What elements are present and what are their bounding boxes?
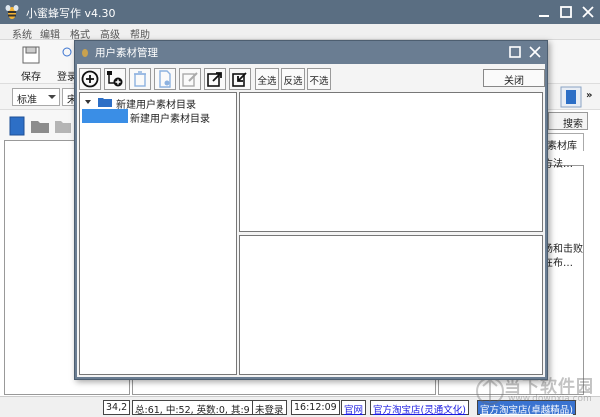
menu-advanced[interactable]: 高级 xyxy=(100,26,120,41)
word-count: 总:61, 中:52, 英数:0, 其:9 xyxy=(132,400,253,416)
add-folder-button[interactable] xyxy=(104,68,126,90)
menu-edit[interactable]: 编辑 xyxy=(40,26,60,41)
import-doc-button[interactable] xyxy=(154,68,176,90)
notebook-icon[interactable] xyxy=(560,86,582,108)
folder-icon[interactable] xyxy=(30,116,50,136)
folder-icon xyxy=(98,98,112,107)
import-button[interactable] xyxy=(229,68,251,90)
material-list-pane[interactable] xyxy=(239,92,543,232)
edit-button[interactable] xyxy=(179,68,201,90)
main-titlebar: 小蜜蜂写作 v4.30 xyxy=(0,0,600,24)
tree-root-label: 新建用户素材目录 xyxy=(116,100,196,111)
export-icon xyxy=(207,72,222,87)
edit-icon xyxy=(182,72,198,87)
dialog-app-icon xyxy=(82,49,88,57)
maximize-icon[interactable] xyxy=(557,3,575,21)
user-material-dialog: 用户素材管理 全选 反选 不选 关闭 新建用户素材目录 新建用户素材目录 xyxy=(74,40,548,380)
chevron-right-icon[interactable]: » xyxy=(586,90,592,101)
cursor-position: 34,2 xyxy=(103,400,131,415)
dialog-maximize-icon[interactable] xyxy=(508,45,522,59)
save-label: 保存 xyxy=(21,72,41,83)
dialog-close-icon[interactable] xyxy=(528,45,542,59)
select-all-button[interactable]: 全选 xyxy=(255,68,279,90)
folder-gray-icon[interactable] xyxy=(54,116,72,136)
bee-icon xyxy=(5,5,19,19)
document-icon xyxy=(159,70,171,88)
close-icon[interactable] xyxy=(579,3,597,21)
tree-add-icon xyxy=(107,71,123,87)
dialog-body: 全选 反选 不选 关闭 新建用户素材目录 新建用户素材目录 xyxy=(77,64,545,377)
paragraph-style-value: 标准 xyxy=(17,95,37,106)
watermark-url: www.downxia.com xyxy=(508,394,592,404)
paragraph-style-select[interactable]: 标准 xyxy=(12,88,60,106)
add-button[interactable] xyxy=(79,68,101,90)
shop-link-1[interactable]: 官方淘宝店(灵通文化) xyxy=(370,400,469,416)
invert-selection-button[interactable]: 反选 xyxy=(281,68,305,90)
delete-button[interactable] xyxy=(129,68,151,90)
minimize-icon[interactable] xyxy=(535,3,553,21)
book-icon[interactable] xyxy=(8,116,26,136)
material-line-2[interactable]: 扬和击败 xyxy=(543,240,583,255)
dialog-close-button[interactable]: 关闭 xyxy=(483,69,545,87)
menu-bar: 系统 编辑 格式 高级 帮助 xyxy=(0,24,600,41)
clock: 16:12:09 xyxy=(291,400,340,415)
menu-help[interactable]: 帮助 xyxy=(130,26,150,41)
search-button[interactable]: 搜索 xyxy=(548,112,588,130)
tree-child-label: 新建用户素材目录 xyxy=(130,114,210,125)
tree-selection-highlight[interactable] xyxy=(82,109,128,123)
import-icon xyxy=(232,72,247,87)
homepage-link[interactable]: 官网 xyxy=(341,400,367,416)
login-status: 未登录 xyxy=(252,400,287,416)
window-title: 小蜜蜂写作 v4.30 xyxy=(26,7,116,20)
export-button[interactable] xyxy=(204,68,226,90)
material-tree: 新建用户素材目录 新建用户素材目录 xyxy=(79,92,237,375)
save-button[interactable]: 保存 xyxy=(14,44,48,83)
menu-system[interactable]: 系统 xyxy=(12,26,32,41)
dialog-title: 用户素材管理 xyxy=(95,47,158,59)
chevron-down-icon xyxy=(48,95,56,99)
caret-down-icon[interactable] xyxy=(84,98,92,106)
select-none-button[interactable]: 不选 xyxy=(307,68,331,90)
trash-icon xyxy=(134,71,146,87)
menu-format[interactable]: 格式 xyxy=(70,26,90,41)
add-circle-icon xyxy=(81,70,99,88)
save-icon xyxy=(22,46,40,64)
material-preview-pane[interactable] xyxy=(239,235,543,375)
